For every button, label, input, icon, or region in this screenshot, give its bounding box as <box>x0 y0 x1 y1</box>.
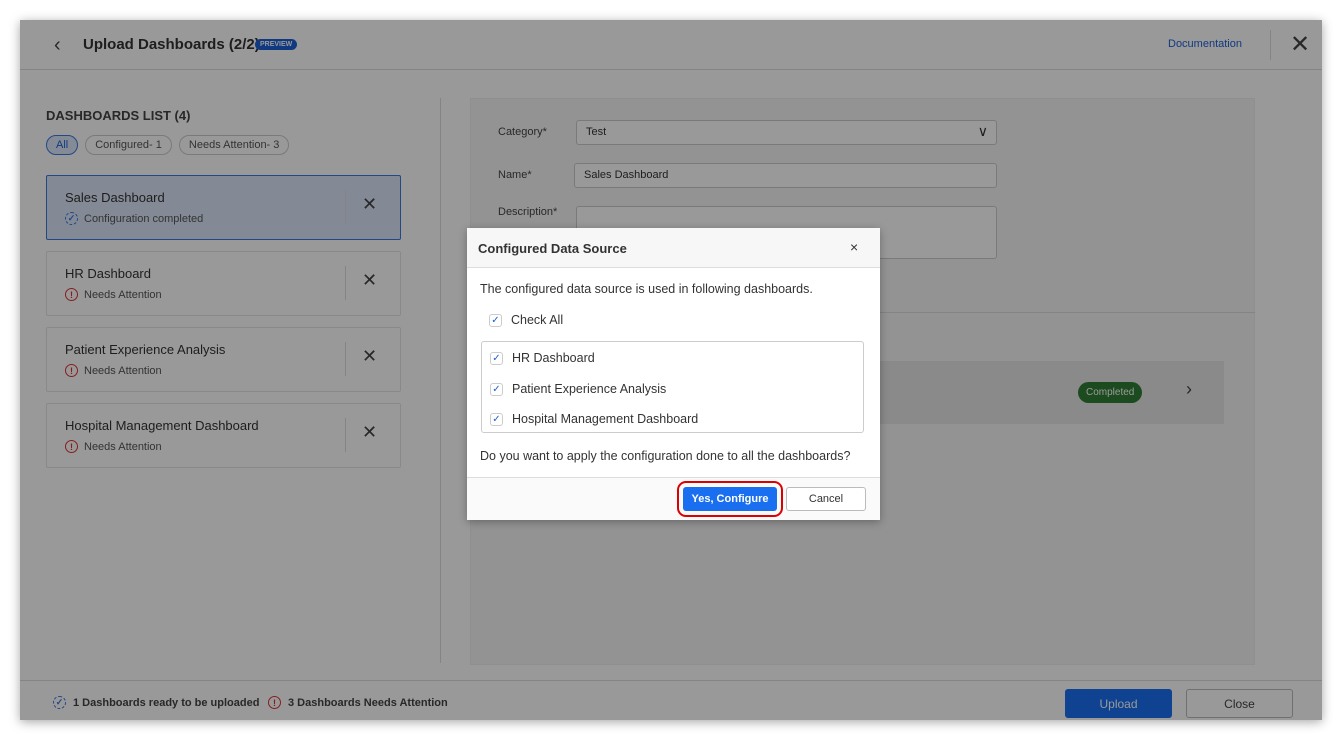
close-icon[interactable]: × <box>850 239 858 255</box>
checkbox-label: HR Dashboard <box>512 351 595 365</box>
check-all-label: Check All <box>511 313 564 327</box>
dialog-question: Do you want to apply the configuration d… <box>480 449 851 463</box>
dialog-footer: Yes, Configure Cancel <box>467 477 880 520</box>
dashboard-checkbox[interactable]: ✓ Patient Experience Analysis <box>490 382 666 396</box>
dashboard-checkbox[interactable]: ✓ HR Dashboard <box>490 351 595 365</box>
checkbox-label: Hospital Management Dashboard <box>512 412 699 426</box>
dashboard-checkbox[interactable]: ✓ Hospital Management Dashboard <box>490 412 698 426</box>
checkbox-label: Patient Experience Analysis <box>512 382 667 396</box>
dashboard-checklist: ✓ HR Dashboard ✓ Patient Experience Analys… <box>481 341 864 433</box>
checkbox-checked-icon: ✓ <box>489 313 502 327</box>
checkbox-checked-icon: ✓ <box>490 351 503 365</box>
checkbox-checked-icon: ✓ <box>490 412 503 426</box>
dialog-title: Configured Data Source <box>478 241 627 256</box>
dialog-message: The configured data source is used in fo… <box>480 282 813 296</box>
checkbox-checked-icon: ✓ <box>490 382 503 396</box>
cancel-button[interactable]: Cancel <box>786 487 866 511</box>
yes-configure-button[interactable]: Yes, Configure <box>677 481 783 517</box>
configured-data-source-dialog: Configured Data Source × The configured d… <box>467 228 880 520</box>
check-all-checkbox[interactable]: ✓ Check All <box>489 313 563 327</box>
